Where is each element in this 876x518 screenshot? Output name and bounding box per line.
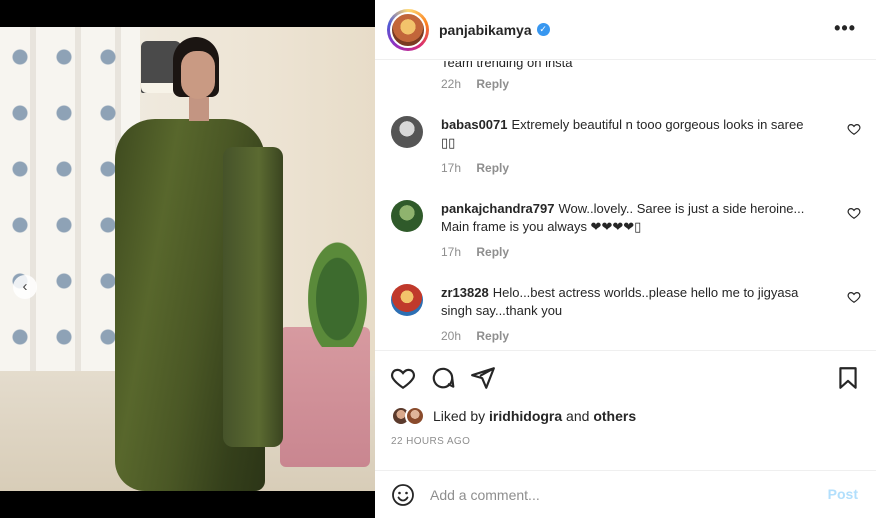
reply-button[interactable]: Reply	[476, 245, 509, 259]
post-details-panel: panjabikamya ✓ ••• Team trending on inst…	[375, 0, 876, 518]
more-options-icon[interactable]: •••	[834, 18, 856, 39]
add-comment-bar: Post	[375, 470, 876, 518]
author-avatar[interactable]	[387, 8, 429, 51]
commenter-username[interactable]: zr13828	[441, 285, 489, 300]
reply-button[interactable]: Reply	[476, 77, 509, 91]
comment-meta: 17h Reply	[441, 161, 509, 175]
emoji-smiley-icon[interactable]	[391, 483, 415, 507]
post-comment-button[interactable]: Post	[828, 486, 858, 502]
commenter-avatar[interactable]	[391, 200, 423, 232]
post-photo[interactable]: ‹	[0, 27, 375, 491]
comment-partial-text: Team trending on insta	[441, 61, 573, 70]
save-bookmark-icon[interactable]	[835, 365, 861, 391]
post-media: ‹	[0, 0, 375, 518]
curtain-fold	[30, 27, 36, 407]
chevron-left-icon: ‹	[22, 278, 28, 295]
comment-text: Helo...best actress worlds..please hello…	[441, 285, 799, 318]
comment-meta: 20h Reply	[441, 329, 509, 343]
author-username[interactable]: panjabikamya	[439, 22, 532, 38]
carousel-prev-button[interactable]: ‹	[13, 275, 37, 299]
curtain-fold	[75, 27, 81, 407]
comment-time: 17h	[441, 161, 462, 175]
comment-body: babas0071 Extremely beautiful n tooo gorg…	[441, 116, 811, 152]
post-actions-bar	[375, 350, 876, 406]
commenter-avatar[interactable]	[391, 284, 423, 316]
photo-plant	[300, 227, 375, 347]
comments-list: Team trending on insta 22h Reply babas00…	[375, 61, 876, 349]
commenter-username[interactable]: pankajchandra797	[441, 201, 554, 216]
post-header: panjabikamya ✓ •••	[375, 0, 876, 60]
photo-side-table	[280, 327, 370, 467]
reply-button[interactable]: Reply	[476, 329, 509, 343]
likes-summary[interactable]: Liked by iridhidogra and others	[391, 404, 636, 428]
likes-others-link[interactable]: others	[593, 408, 636, 424]
like-comment-heart-icon[interactable]	[847, 290, 861, 304]
likes-middle: and	[562, 408, 594, 424]
comment-bubble-icon[interactable]	[430, 365, 456, 391]
comment-meta: 17h Reply	[441, 245, 509, 259]
likes-text: Liked by iridhidogra and others	[433, 408, 636, 424]
photo-subject	[95, 37, 285, 491]
share-send-icon[interactable]	[470, 365, 496, 391]
liker-username[interactable]: iridhidogra	[489, 408, 562, 424]
commenter-avatar[interactable]	[391, 116, 423, 148]
subject-face	[181, 51, 215, 99]
commenter-username[interactable]: babas0071	[441, 117, 508, 132]
comment-time: 17h	[441, 245, 462, 259]
comment-time: 20h	[441, 329, 462, 343]
comment-body: zr13828 Helo...best actress worlds..pleas…	[441, 284, 811, 320]
avatar-image	[390, 11, 426, 48]
liker-avatar	[405, 406, 425, 426]
likes-prefix: Liked by	[433, 408, 490, 424]
like-comment-heart-icon[interactable]	[847, 122, 861, 136]
like-heart-icon[interactable]	[390, 365, 416, 391]
subject-drape	[223, 147, 283, 447]
like-comment-heart-icon[interactable]	[847, 206, 861, 220]
reply-button[interactable]: Reply	[476, 161, 509, 175]
comment-body: pankajchandra797 Wow..lovely.. Saree is j…	[441, 200, 811, 236]
post-timestamp[interactable]: 22 HOURS AGO	[391, 436, 470, 447]
subject-neck	[189, 97, 209, 121]
verified-badge-icon: ✓	[536, 23, 550, 36]
add-comment-input[interactable]	[430, 483, 810, 507]
comment-time: 22h	[441, 77, 462, 91]
comment-meta: 22h Reply	[441, 77, 509, 91]
